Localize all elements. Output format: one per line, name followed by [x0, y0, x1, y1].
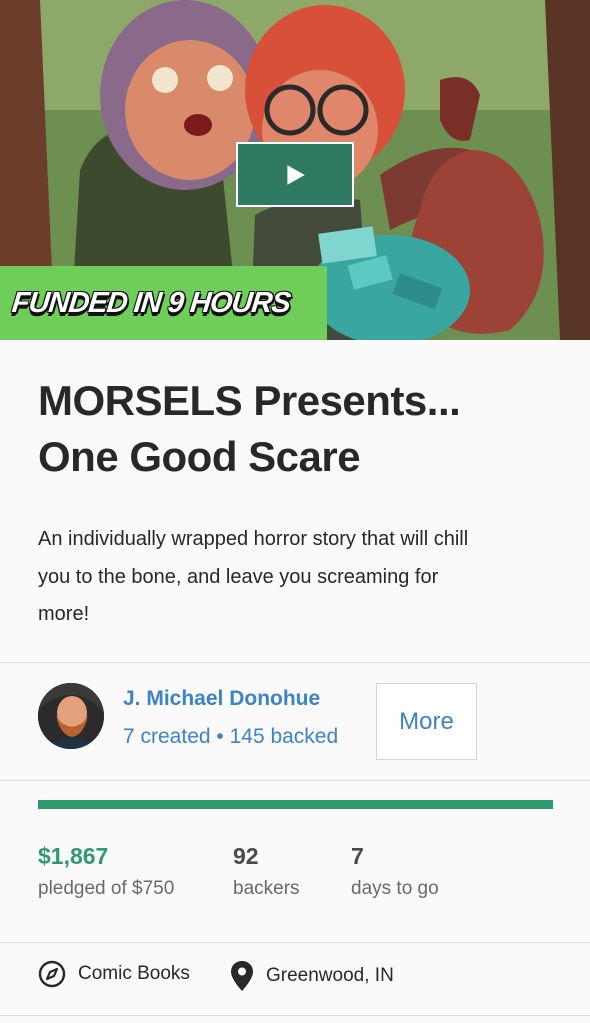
project-blurb-line2: you to the bone, and leave you screaming…: [38, 565, 439, 588]
divider: [0, 780, 590, 781]
project-blurb-line1: An individually wrapped horror story tha…: [38, 528, 469, 550]
funding-progress-bar: [38, 800, 553, 809]
creator-stats-link[interactable]: 7 created • 145 backed: [123, 725, 338, 749]
backers-label: backers: [233, 878, 300, 899]
project-title-line2: One Good Scare: [38, 433, 361, 480]
compass-icon: [38, 960, 66, 988]
divider: [0, 942, 590, 943]
project-hero-image[interactable]: FUNDED IN 9 HOURS: [0, 0, 590, 340]
category-tag[interactable]: Comic Books: [38, 960, 190, 988]
location-pin-icon: [231, 961, 253, 991]
creator-avatar[interactable]: [38, 683, 104, 749]
funded-banner: FUNDED IN 9 HOURS: [0, 266, 327, 340]
backers-count: 92: [233, 843, 259, 869]
funding-progress-fill: [38, 800, 553, 809]
divider: [0, 662, 590, 663]
category-tag-label: Comic Books: [78, 963, 190, 984]
play-video-button[interactable]: [236, 142, 354, 207]
project-title-line1: MORSELS Presents...: [38, 377, 461, 424]
days-to-go-label: days to go: [351, 878, 439, 899]
days-to-go-count: 7: [351, 843, 364, 869]
location-tag-label: Greenwood, IN: [266, 965, 394, 986]
project-blurb: An individually wrapped horror story tha…: [38, 521, 563, 634]
play-icon: [287, 164, 305, 185]
avatar-photo: [38, 683, 104, 749]
pledged-goal-label: pledged of $750: [38, 878, 175, 899]
location-tag[interactable]: Greenwood, IN: [230, 960, 394, 992]
creator-name-link[interactable]: J. Michael Donohue: [123, 687, 320, 711]
project-title: MORSELS Presents... One Good Scare: [38, 373, 558, 485]
pledged-amount: $1,867: [38, 843, 109, 869]
project-blurb-line3: more!: [38, 603, 90, 625]
more-button[interactable]: More: [376, 683, 477, 760]
divider: [0, 1015, 590, 1016]
funded-banner-text: FUNDED IN 9 HOURS: [10, 286, 292, 319]
